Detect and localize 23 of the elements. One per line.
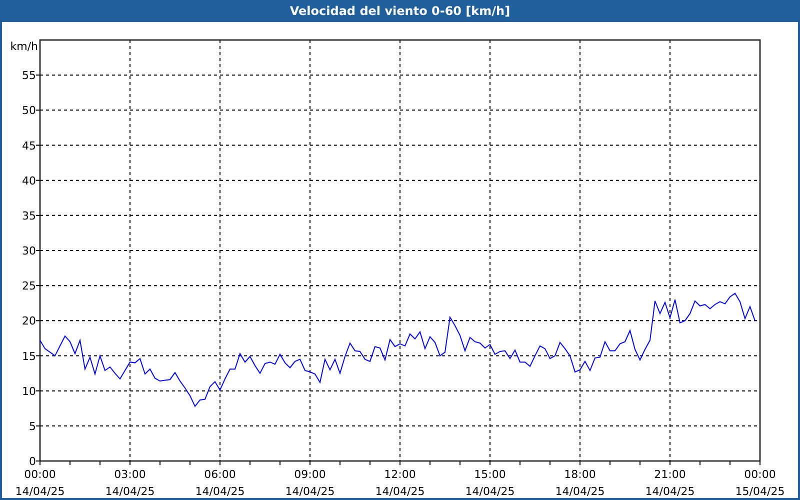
- x-tick-label: 03:00 14/04/25: [105, 468, 155, 498]
- y-tick-label: 20: [22, 314, 36, 328]
- y-tick-label: 10: [22, 384, 36, 398]
- x-tick-label: 15:00 14/04/25: [465, 468, 515, 498]
- x-tick-label: 06:00 14/04/25: [195, 468, 245, 498]
- y-tick-label: 55: [22, 69, 36, 82]
- x-tick-label: 21:00 14/04/25: [645, 468, 695, 498]
- y-tick-label: 40: [22, 174, 36, 188]
- y-tick-label: 25: [22, 280, 36, 293]
- x-tick-label: 00:00 14/04/25: [15, 468, 65, 498]
- y-tick-label: 0: [29, 455, 36, 468]
- y-tick-label: 15: [22, 350, 36, 363]
- chart-title: Velocidad del viento 0-60 [km/h]: [2, 0, 798, 22]
- y-axis-unit: km/h: [10, 40, 38, 53]
- x-tick-label: 18:00 14/04/25: [555, 468, 605, 498]
- y-tick-label: 35: [22, 209, 36, 222]
- x-tick-label: 09:00 14/04/25: [285, 468, 335, 498]
- x-tick-label: 12:00 14/04/25: [375, 468, 425, 498]
- y-tick-label: 50: [22, 104, 36, 118]
- y-tick-label: 45: [22, 139, 36, 152]
- x-tick-label: 00:00 15/04/25: [735, 468, 785, 498]
- y-tick-label: 30: [22, 244, 36, 258]
- y-tick-label: 5: [29, 420, 36, 433]
